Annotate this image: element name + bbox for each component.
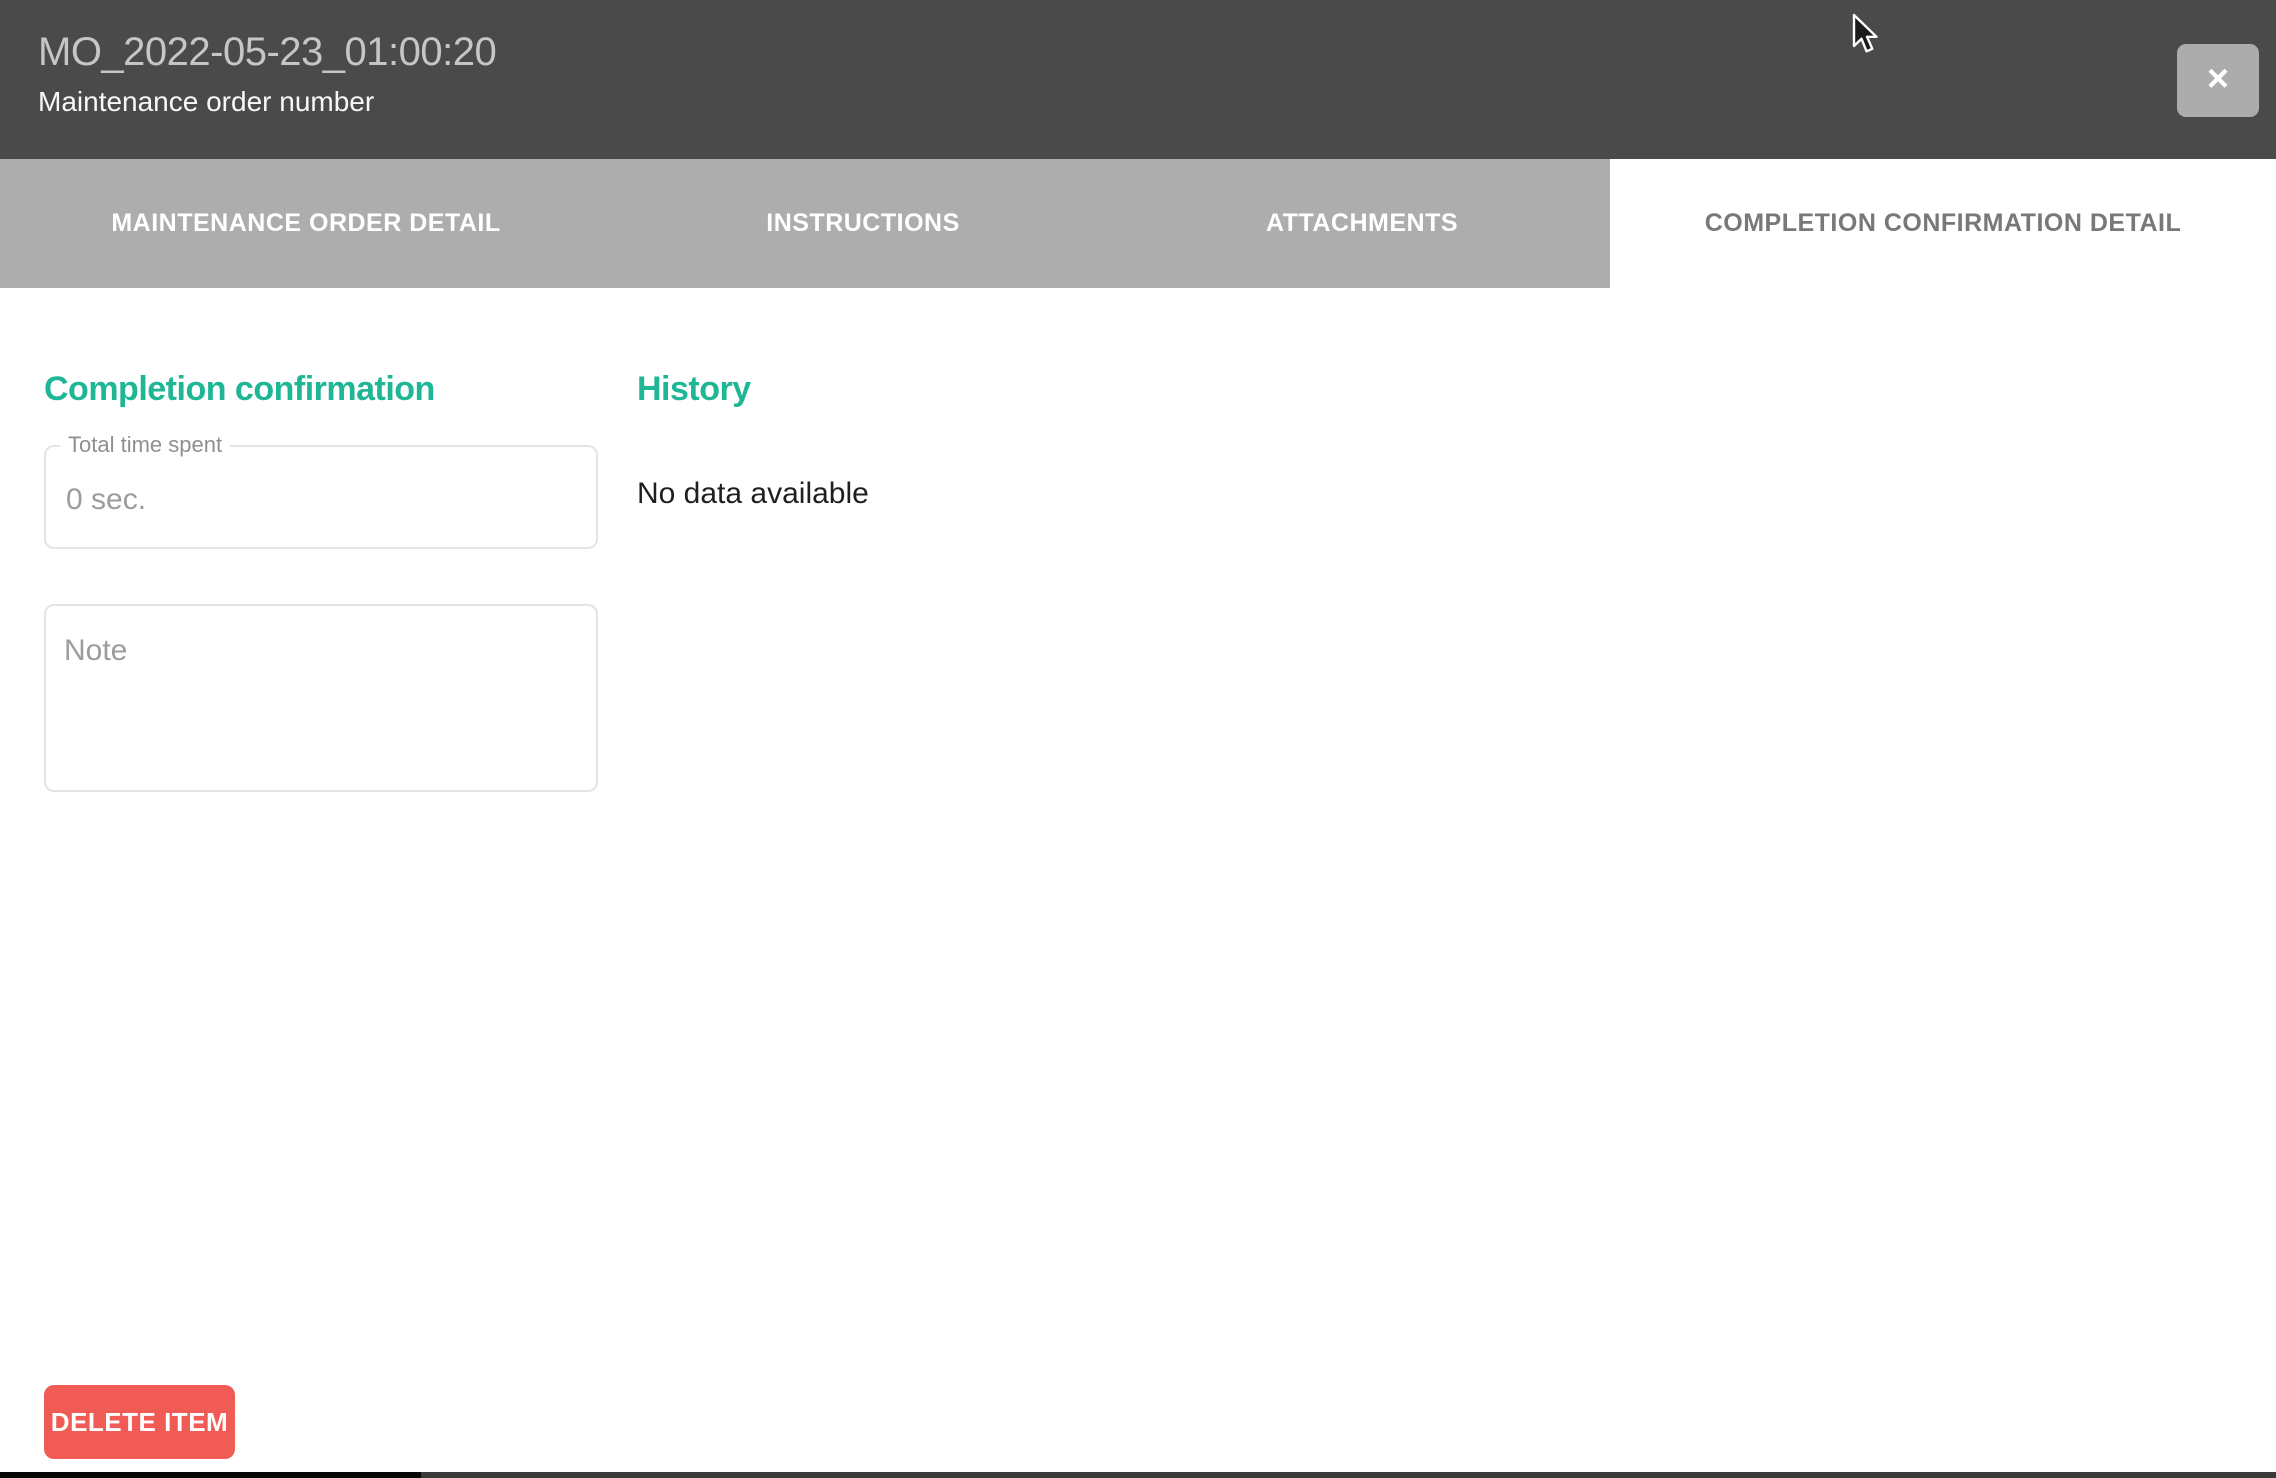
tab-attachments[interactable]: ATTACHMENTS [1114,159,1610,288]
total-time-spent-field: Total time spent [44,445,598,549]
tab-completion-confirmation-detail[interactable]: COMPLETION CONFIRMATION DETAIL [1610,159,2276,288]
tab-instructions[interactable]: INSTRUCTIONS [612,159,1114,288]
completion-confirmation-heading: Completion confirmation [44,370,598,409]
delete-item-button[interactable]: DELETE ITEM [44,1385,235,1459]
tab-maintenance-order-detail[interactable]: MAINTENANCE ORDER DETAIL [0,159,612,288]
note-textarea[interactable] [44,604,598,792]
total-time-spent-label: Total time spent [60,432,230,458]
total-time-spent-input[interactable] [46,447,596,547]
close-icon: × [2207,60,2229,98]
close-button[interactable]: × [2177,44,2259,117]
dialog-header: MO_2022-05-23_01:00:20 Maintenance order… [0,0,2276,159]
bottom-progress-bar [0,1472,2276,1478]
tab-content: Completion confirmation Total time spent… [0,288,2276,1472]
history-empty-text: No data available [637,477,1237,511]
completion-confirmation-section: Completion confirmation Total time spent [44,370,598,792]
tab-bar: MAINTENANCE ORDER DETAIL INSTRUCTIONS AT… [0,159,2276,288]
history-heading: History [637,370,1237,409]
dialog-subtitle: Maintenance order number [38,86,374,118]
bottom-progress-fill [0,1472,421,1478]
dialog-title: MO_2022-05-23_01:00:20 [38,30,496,75]
history-section: History No data available [637,370,1237,511]
